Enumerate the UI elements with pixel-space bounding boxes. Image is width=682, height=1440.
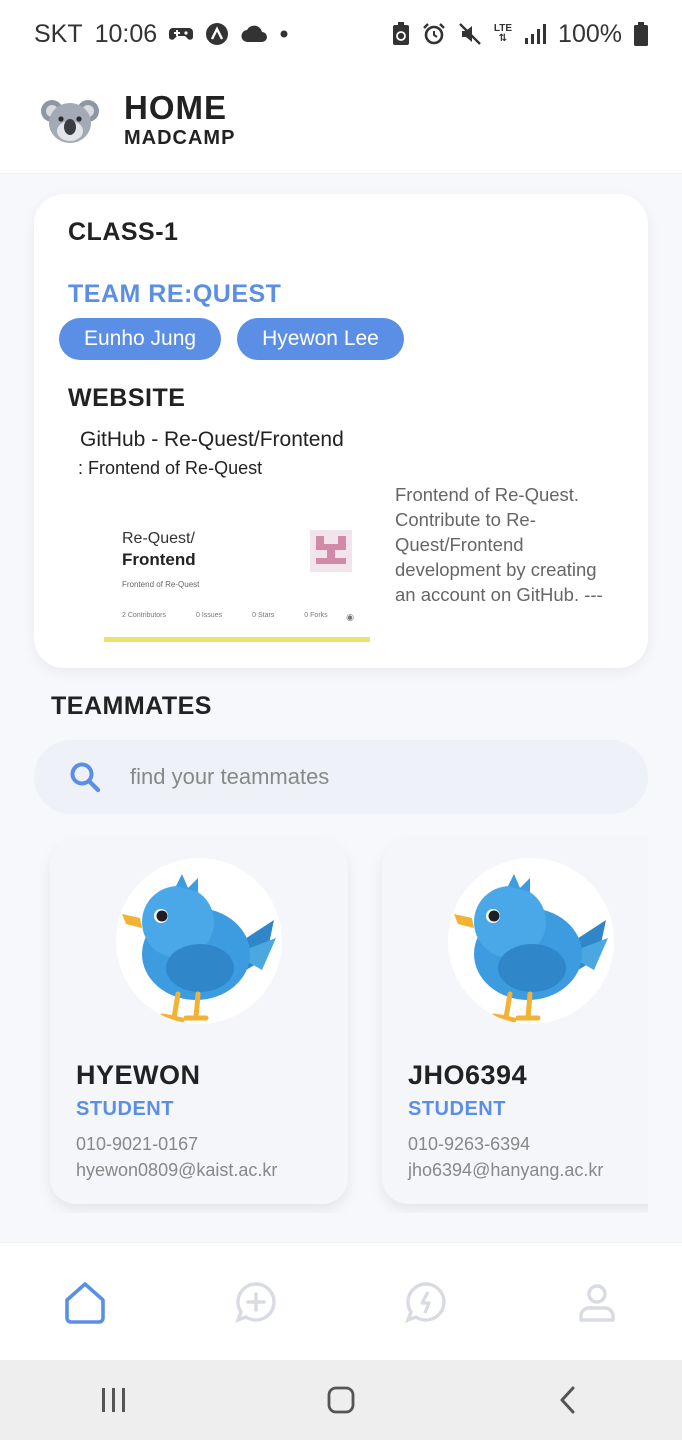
teammate-name: HYEWON bbox=[76, 1060, 201, 1090]
teammate-email[interactable]: jho6394@hanyang.ac.kr bbox=[408, 1160, 603, 1181]
profile-icon[interactable] bbox=[567, 1272, 627, 1332]
class-card: CLASS-1 TEAM RE:QUEST Eunho Jung Hyewon … bbox=[34, 194, 648, 668]
search-bar[interactable] bbox=[34, 740, 648, 814]
battery-icon bbox=[634, 22, 648, 46]
team-name: TEAM RE:QUEST bbox=[68, 280, 282, 308]
preview-stats: 2 Contributors 0 Issues 0 Stars 0 Forks bbox=[122, 612, 352, 619]
app-header: HOME MADCAMP bbox=[0, 68, 682, 174]
link-title[interactable]: GitHub - Re-Quest/Frontend bbox=[80, 428, 344, 452]
home-icon[interactable] bbox=[55, 1272, 115, 1332]
lte-arrows-icon: ⇅ bbox=[498, 33, 508, 44]
teammate-card[interactable]: HYEWON STUDENT 010-9021-0167 hyewon0809@… bbox=[50, 840, 348, 1204]
teammate-role: STUDENT bbox=[76, 1098, 174, 1120]
battery-saver-icon bbox=[392, 22, 410, 46]
dot-icon bbox=[279, 29, 289, 39]
system-nav bbox=[0, 1360, 682, 1440]
preview-repo-desc: Frontend of Re-Quest bbox=[122, 580, 200, 589]
member-chip[interactable]: Eunho Jung bbox=[59, 318, 222, 360]
bluebird-icon bbox=[116, 858, 282, 1024]
teammate-name: JHO6394 bbox=[408, 1060, 528, 1090]
link-preview-image[interactable]: Re-Quest/ Frontend Frontend of Re-Quest … bbox=[104, 512, 370, 642]
mute-icon bbox=[458, 22, 482, 46]
teammate-role: STUDENT bbox=[408, 1098, 506, 1120]
recents-icon[interactable] bbox=[84, 1370, 144, 1430]
chat-add-icon[interactable] bbox=[226, 1272, 286, 1332]
preview-stat: 0 Stars bbox=[252, 612, 275, 619]
bluebird-icon bbox=[448, 858, 614, 1024]
battery-percent: 100% bbox=[558, 19, 622, 48]
teammate-email[interactable]: hyewon0809@kaist.ac.kr bbox=[76, 1160, 277, 1181]
teammate-phone[interactable]: 010-9263-6394 bbox=[408, 1134, 530, 1155]
search-input[interactable] bbox=[130, 764, 590, 790]
header-text: HOME MADCAMP bbox=[124, 91, 235, 150]
website-title: WEBSITE bbox=[68, 384, 186, 412]
teammates-carousel[interactable]: HYEWON STUDENT 010-9021-0167 hyewon0809@… bbox=[34, 830, 648, 1213]
time-label: 10:06 bbox=[94, 19, 158, 48]
bottom-nav bbox=[0, 1242, 682, 1360]
teammate-card[interactable]: JHO6394 STUDENT 010-9263-6394 jho6394@ha… bbox=[382, 840, 648, 1204]
a-circle-icon bbox=[205, 22, 229, 46]
page-title: HOME bbox=[124, 89, 227, 126]
status-right: LTE ⇅ 100% bbox=[392, 20, 648, 49]
repo-identicon-icon bbox=[310, 530, 352, 572]
preview-stat: 0 Issues bbox=[196, 612, 223, 619]
preview-repo-owner: Re-Quest/ bbox=[122, 530, 195, 547]
teammates-title: TEAMMATES bbox=[51, 692, 212, 720]
link-subtitle[interactable]: : Frontend of Re-Quest bbox=[78, 458, 262, 479]
game-icon bbox=[169, 24, 194, 44]
preview-stat: 0 Forks bbox=[304, 612, 328, 619]
koala-icon bbox=[40, 91, 100, 151]
preview-repo-name: Frontend bbox=[122, 550, 196, 569]
signal-icon bbox=[524, 23, 547, 45]
teammate-phone[interactable]: 010-9021-0167 bbox=[76, 1134, 198, 1155]
github-icon: ◉ bbox=[346, 612, 354, 622]
member-chip[interactable]: Hyewon Lee bbox=[237, 318, 404, 360]
cloud-icon bbox=[241, 25, 268, 43]
preview-stat: 2 Contributors bbox=[122, 612, 166, 619]
chat-bolt-icon[interactable] bbox=[396, 1272, 456, 1332]
back-icon[interactable] bbox=[538, 1370, 598, 1430]
lte-icon: LTE ⇅ bbox=[494, 24, 512, 44]
alarm-icon bbox=[422, 22, 446, 46]
class-title: CLASS-1 bbox=[68, 218, 179, 246]
member-chips: Eunho Jung Hyewon Lee bbox=[59, 318, 404, 360]
status-bar: SKT 10:06 LTE ⇅ 100% bbox=[0, 0, 682, 68]
link-description: Frontend of Re-Quest. Contribute to Re-Q… bbox=[395, 484, 603, 605]
search-icon[interactable] bbox=[68, 760, 102, 794]
status-left: SKT 10:06 bbox=[34, 20, 289, 49]
preview-language-bar bbox=[104, 637, 370, 642]
home-button-icon[interactable] bbox=[311, 1370, 371, 1430]
page-subtitle: MADCAMP bbox=[124, 127, 236, 149]
carrier-label: SKT bbox=[34, 19, 83, 48]
